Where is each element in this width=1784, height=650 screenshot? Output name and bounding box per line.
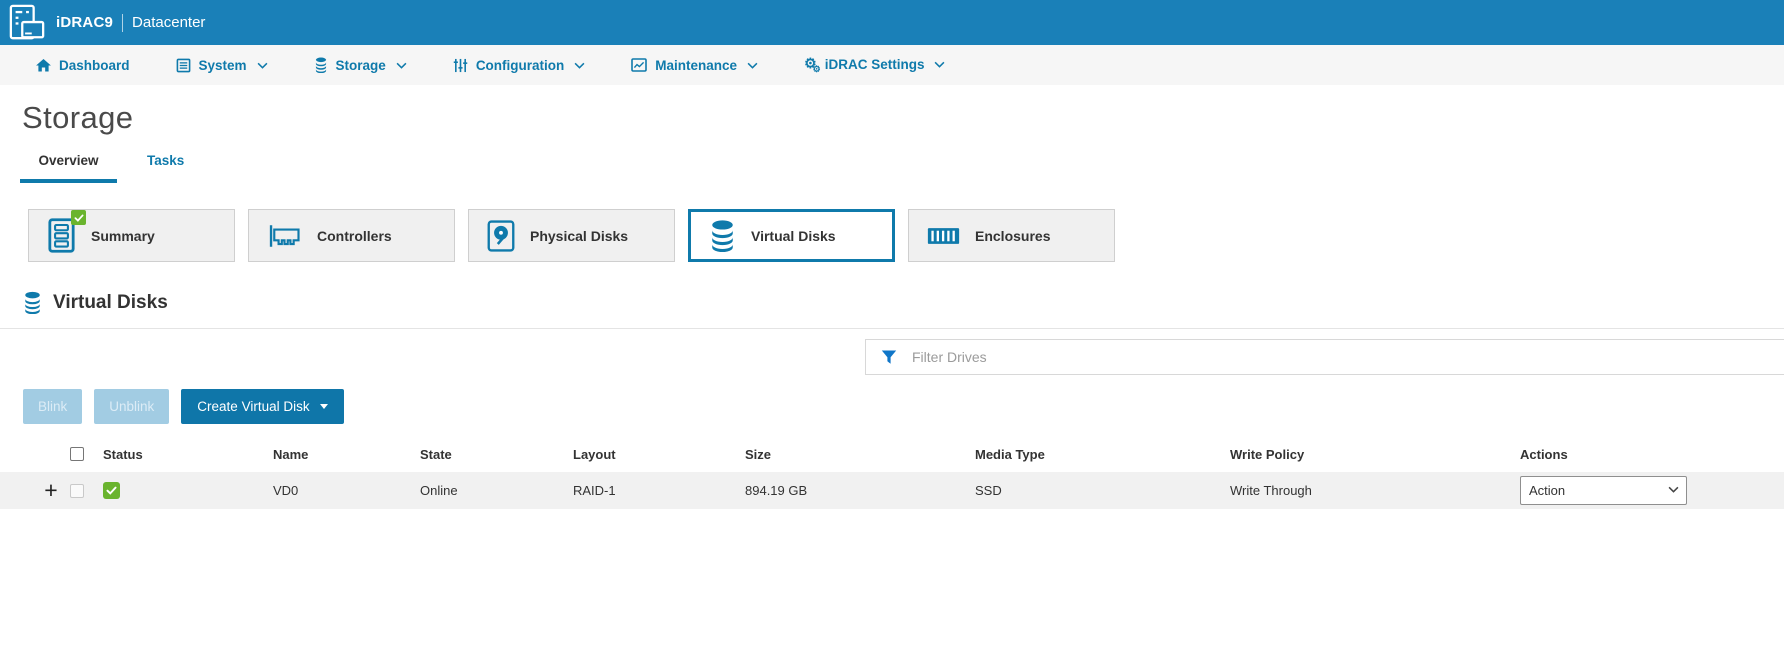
section-divider (0, 328, 1784, 329)
col-media-type: Media Type (975, 447, 1230, 462)
col-write-policy: Write Policy (1230, 447, 1520, 462)
nav-storage[interactable]: Storage (314, 57, 407, 73)
cell-layout: RAID-1 (573, 483, 745, 498)
filter-drives-input[interactable] (910, 348, 1784, 366)
product-name: Datacenter (132, 14, 205, 31)
unblink-button[interactable]: Unblink (94, 389, 169, 424)
create-virtual-disk-label: Create Virtual Disk (197, 399, 309, 414)
card-physical-disks[interactable]: Physical Disks (468, 209, 675, 262)
nav-system-label: System (199, 58, 247, 73)
col-status: Status (103, 447, 273, 462)
tab-tasks[interactable]: Tasks (139, 153, 192, 183)
chevron-down-icon (747, 62, 758, 69)
chevron-down-icon (396, 62, 407, 69)
cell-write-policy: Write Through (1230, 483, 1520, 498)
card-virtual-disks-label: Virtual Disks (751, 228, 836, 244)
system-icon (176, 58, 191, 73)
nav-configuration-label: Configuration (476, 58, 564, 73)
nav-maintenance-label: Maintenance (655, 58, 737, 73)
tab-bar: Overview Tasks (20, 153, 1784, 183)
database-icon (709, 219, 736, 252)
nav-maintenance[interactable]: Maintenance (631, 58, 758, 73)
home-icon (36, 59, 51, 72)
idrac-logo[interactable] (8, 4, 46, 42)
app-header: iDRAC9 Datacenter (0, 0, 1784, 45)
card-controllers[interactable]: Controllers (248, 209, 455, 262)
row-checkbox[interactable] (70, 484, 84, 498)
enclosure-icon (927, 227, 960, 245)
brand-divider (122, 14, 123, 32)
card-summary-label: Summary (91, 228, 155, 244)
chevron-down-icon (934, 61, 945, 68)
nav-configuration[interactable]: Configuration (453, 58, 585, 73)
page-title: Storage (22, 100, 1784, 136)
card-summary[interactable]: Summary (28, 209, 235, 262)
nav-system[interactable]: System (176, 58, 268, 73)
server-monitor-icon (8, 4, 46, 42)
cell-name: VD0 (273, 483, 420, 498)
storage-category-cards: Summary Controllers Physical Disks Virtu… (28, 209, 1784, 262)
section-title: Virtual Disks (53, 292, 168, 314)
nav-storage-label: Storage (336, 58, 386, 73)
table-toolbar: Blink Unblink Create Virtual Disk (23, 389, 1784, 424)
nav-dashboard-label: Dashboard (59, 58, 130, 73)
row-action-select-wrap: Action (1520, 476, 1687, 505)
sliders-icon (453, 58, 468, 73)
select-all-checkbox[interactable] (70, 447, 84, 461)
gears-icon: ⚙⚙ (804, 56, 817, 74)
nav-dashboard[interactable]: Dashboard (36, 58, 130, 73)
main-nav: Dashboard System Storage Configuration M… (0, 45, 1784, 85)
card-controllers-label: Controllers (317, 228, 392, 244)
green-check-badge (71, 210, 86, 225)
col-state: State (420, 447, 573, 462)
col-actions: Actions (1520, 447, 1784, 462)
table-header-row: Status Name State Layout Size Media Type… (0, 441, 1784, 467)
col-layout: Layout (573, 447, 745, 462)
card-enclosures[interactable]: Enclosures (908, 209, 1115, 262)
chevron-down-icon (574, 62, 585, 69)
brand-name: iDRAC9 (56, 14, 113, 31)
card-enclosures-label: Enclosures (975, 228, 1050, 244)
expand-row-button[interactable]: + (23, 479, 70, 502)
nav-idrac-settings-label: iDRAC Settings (825, 57, 925, 72)
create-virtual-disk-button[interactable]: Create Virtual Disk (181, 389, 343, 424)
cell-media-type: SSD (975, 483, 1230, 498)
cell-size: 894.19 GB (745, 483, 975, 498)
row-action-select[interactable]: Action (1520, 476, 1687, 505)
col-name: Name (273, 447, 420, 462)
controller-card-icon (267, 222, 302, 250)
nav-idrac-settings[interactable]: ⚙⚙ iDRAC Settings (804, 56, 945, 74)
database-icon (23, 291, 42, 314)
filter-drives-box (865, 339, 1784, 375)
chevron-down-icon (257, 62, 268, 69)
cell-state: Online (420, 483, 573, 498)
blink-button[interactable]: Blink (23, 389, 82, 424)
status-ok-icon (103, 482, 120, 499)
card-virtual-disks[interactable]: Virtual Disks (688, 209, 895, 262)
table-row: + VD0 Online RAID-1 894.19 GB SSD Write … (0, 472, 1784, 509)
database-icon (314, 57, 328, 73)
caret-down-icon (320, 404, 328, 409)
virtual-disks-section-header: Virtual Disks (23, 291, 1784, 314)
tab-overview[interactable]: Overview (20, 153, 117, 183)
chart-icon (631, 58, 647, 72)
filter-row (0, 339, 1784, 375)
virtual-disks-table: Status Name State Layout Size Media Type… (0, 441, 1784, 509)
physical-disk-icon (487, 220, 515, 252)
filter-funnel-icon (881, 349, 897, 365)
card-physical-disks-label: Physical Disks (530, 228, 628, 244)
col-size: Size (745, 447, 975, 462)
